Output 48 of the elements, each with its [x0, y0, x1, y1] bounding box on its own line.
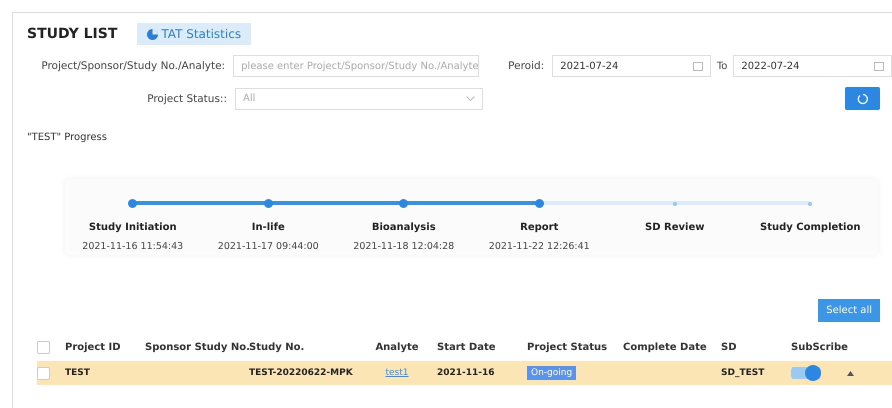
refresh-button[interactable] [845, 87, 880, 110]
tat-statistics-tab[interactable]: TAT Statistics [137, 23, 252, 45]
analyte-link[interactable]: test1 [385, 368, 408, 378]
column-header: Analyte [374, 341, 420, 355]
chevron-down-icon [466, 96, 475, 101]
select-all-button[interactable]: Select all [818, 299, 880, 322]
step-label: Bioanalysis [372, 222, 436, 233]
scroll-up-icon[interactable] [847, 370, 854, 376]
search-label: Project/Sponsor/Study No./Analyte: [40, 60, 226, 72]
column-header: SD [721, 341, 738, 355]
calendar-icon [692, 62, 703, 70]
step-time: 2021-11-16 11:54:43 [82, 241, 184, 252]
status-label: Project Status:: [146, 92, 227, 104]
table-cell: SD_TEST [721, 368, 764, 378]
refresh-icon [856, 92, 868, 104]
column-header: Start Date [437, 341, 497, 355]
table-cell: TEST [65, 368, 90, 378]
table-cell: 2021-11-16 [437, 368, 495, 378]
status-badge: On-going [527, 366, 576, 380]
column-header: Study No. [249, 341, 306, 355]
step-time: 2021-11-17 09:44:00 [218, 241, 319, 252]
step-time: 2021-11-18 12:04:28 [353, 241, 454, 252]
checkbox[interactable] [37, 366, 50, 380]
search-field[interactable]: please enter Project/Sponsor/Study No./Analyte [233, 55, 479, 77]
pie-chart-icon [147, 28, 158, 40]
date-from-field[interactable]: 2021-07-24 [552, 55, 711, 77]
step-time: 2021-11-22 12:26:41 [488, 241, 590, 252]
column-header: Project ID [65, 341, 122, 355]
date-to-field[interactable]: 2022-07-24 [733, 55, 892, 77]
period-label: Peroid: [507, 60, 544, 72]
table-row[interactable]: TEST TEST-20220622-MPK test1 2021-11-16 On-going SD_TEST [37, 361, 892, 385]
checkbox[interactable] [37, 341, 50, 354]
column-header: Sponsor Study No. [145, 341, 249, 355]
calendar-icon [874, 62, 884, 70]
step-label: SD Review [645, 222, 704, 233]
column-header: Project Status [527, 341, 608, 355]
to-label: To [716, 60, 728, 72]
step-label: Study Initiation [88, 222, 177, 233]
step-label: Report [520, 222, 558, 233]
progress-title: "TEST" Progress [27, 132, 108, 143]
step-label: In-life [252, 222, 285, 233]
table-cell: TEST-20220622-MPK [249, 368, 353, 378]
step-label: Study Completion [760, 222, 860, 233]
column-header: SubScribe [791, 341, 847, 355]
page-title: STUDY LIST [27, 26, 118, 42]
column-header: Complete Date [623, 341, 708, 355]
subscribe-switch[interactable] [791, 365, 821, 381]
status-dropdown[interactable]: All [235, 88, 483, 110]
